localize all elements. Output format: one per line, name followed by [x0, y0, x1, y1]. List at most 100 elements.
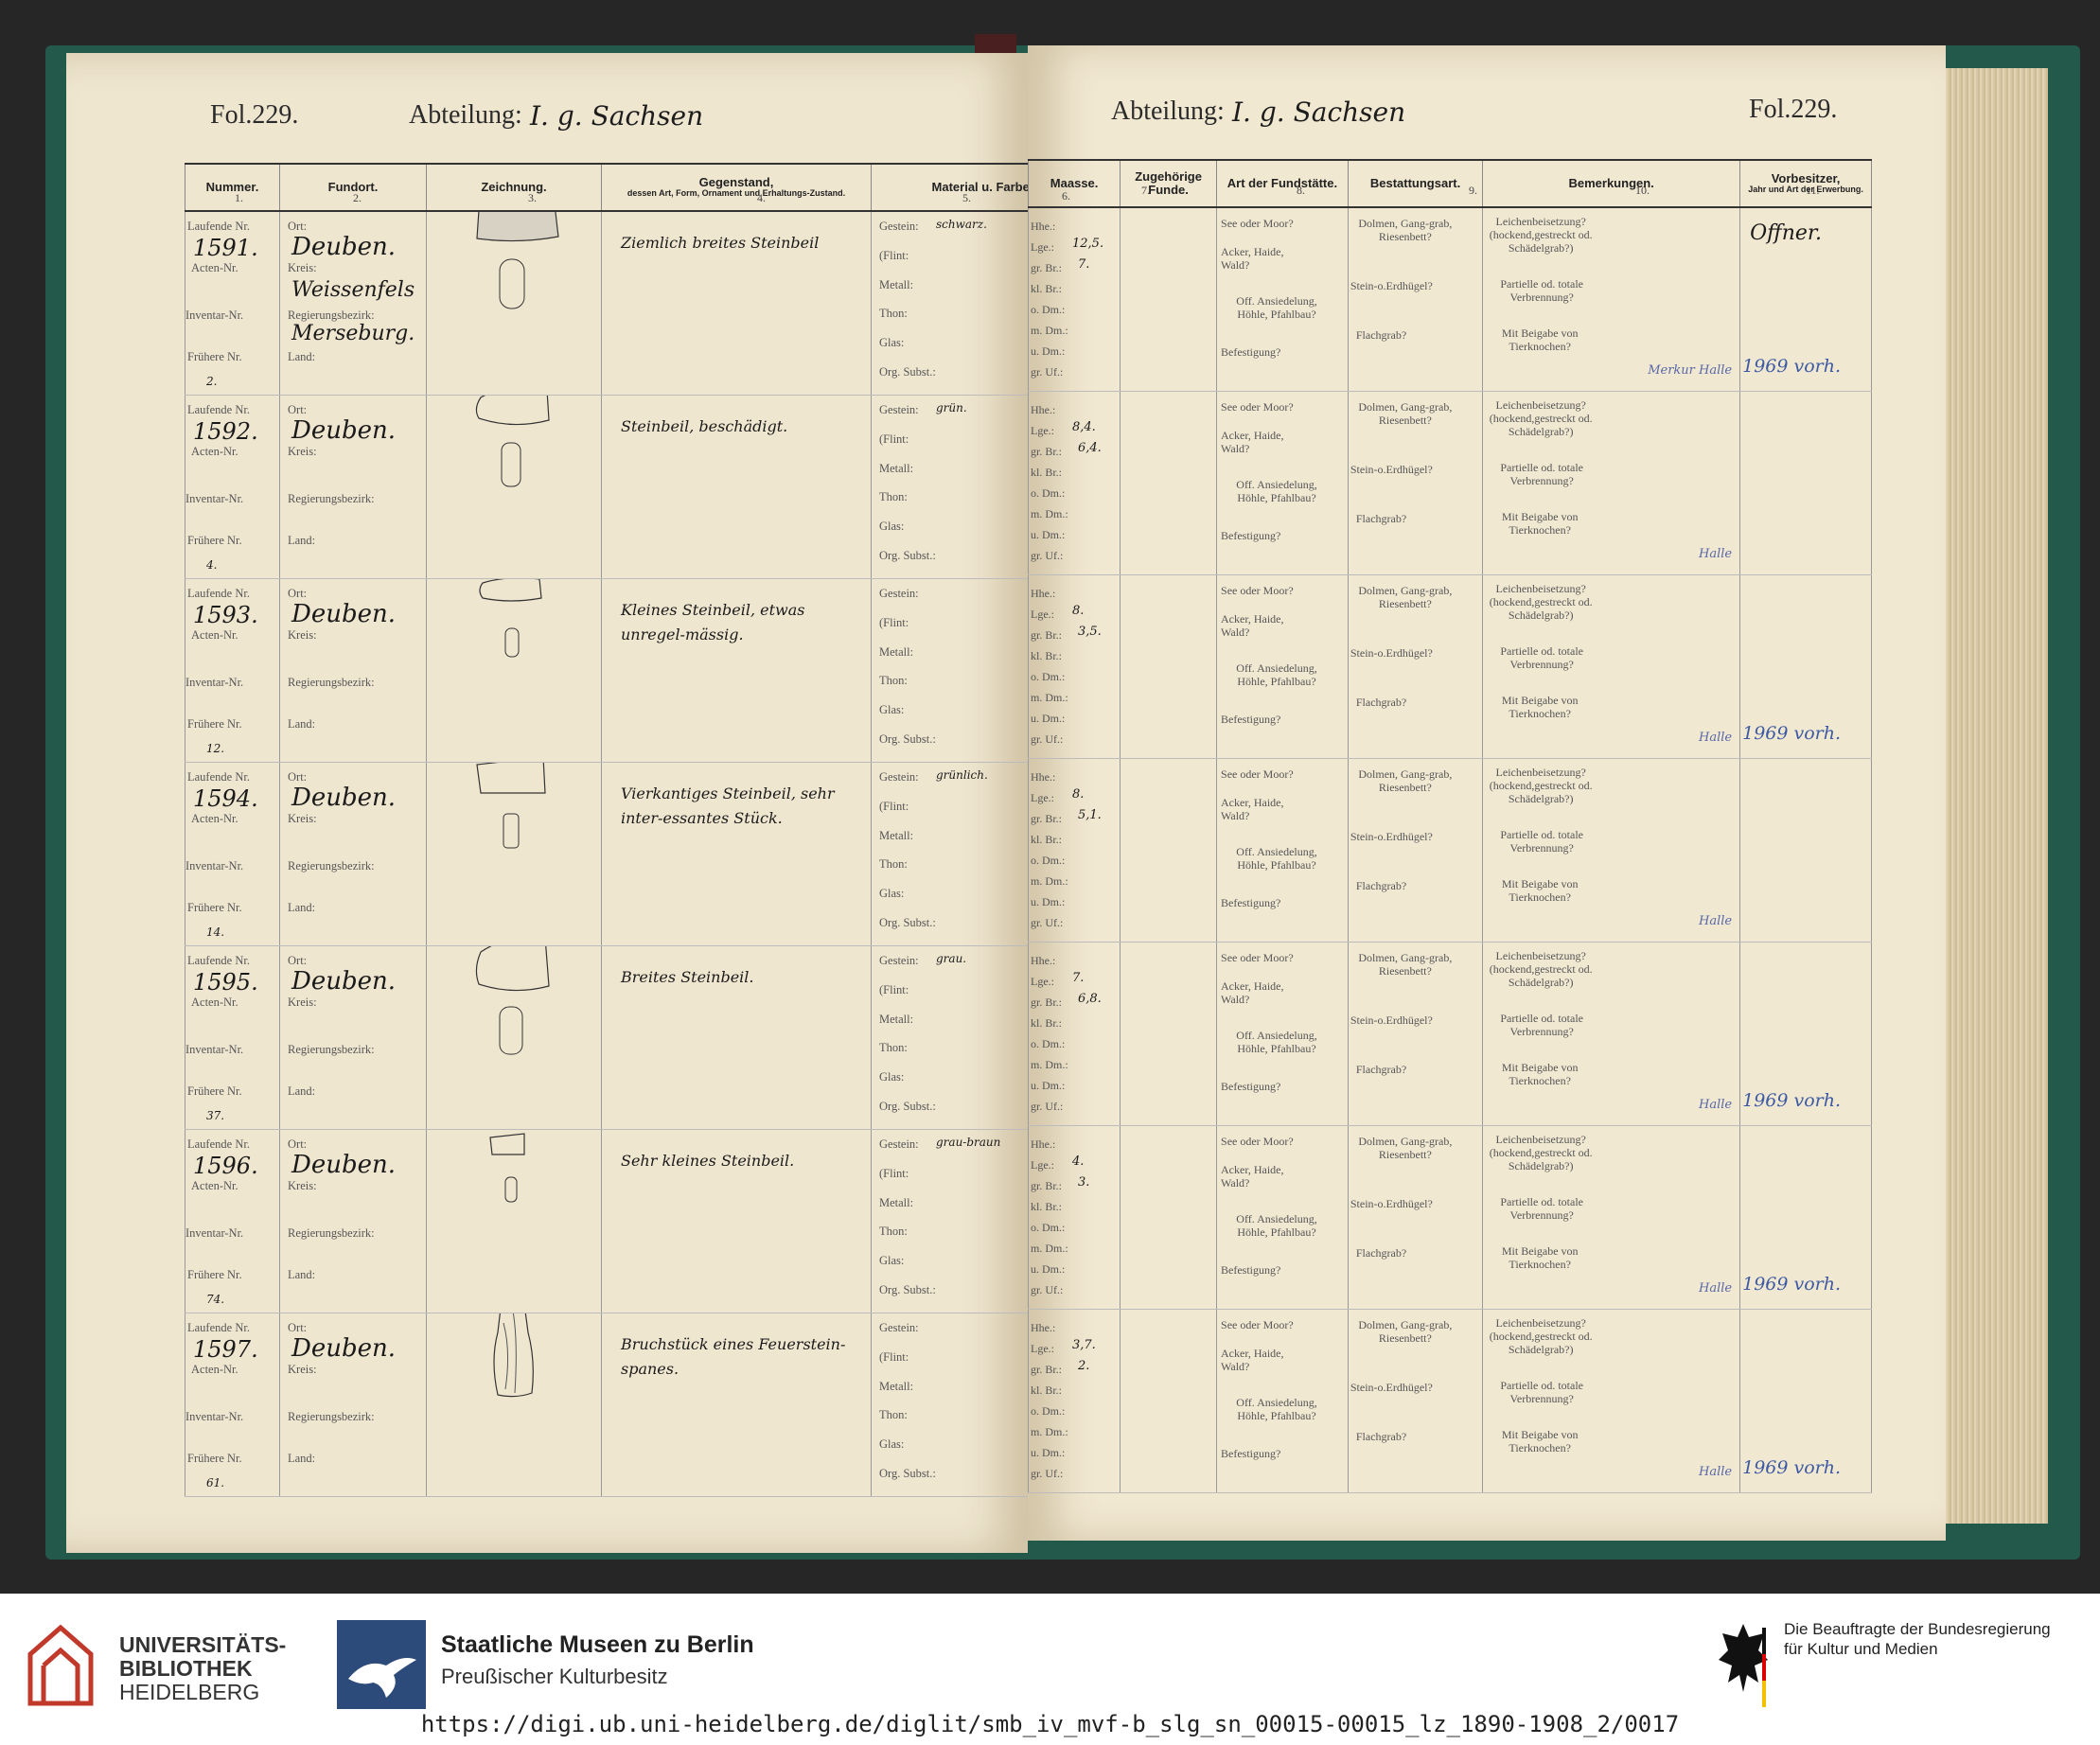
- acquisition-note: 1969 vorh.: [1742, 1457, 1842, 1478]
- acker-label: Acker, Haide, Wald?: [1221, 1347, 1284, 1373]
- ansied-label: Off. Ansiedelung, Höhle, Pfahlbau?: [1236, 661, 1317, 688]
- footer-bar: UNIVERSITÄTS- BIBLIOTHEK HEIDELBERG Staa…: [0, 1594, 2100, 1745]
- fruehere-label: Frühere Nr.: [187, 1452, 242, 1465]
- cell-nummer: Laufende Nr. 1591. Acten-Nr. Inventar-Nr. Fr…: [185, 211, 280, 396]
- kreis-label: Kreis:: [288, 996, 317, 1009]
- thon-label: Thon:: [879, 1408, 908, 1421]
- table-row: Hhe.: Lge.: gr. Br.: kl. Br.: o. Dm.: m. Dm.:…: [1027, 1309, 1872, 1493]
- fundort-block: Ort: Deuben. Kreis: Regierungsbezirk: Land:: [280, 763, 426, 945]
- regbez-label: Regierungsbezirk:: [288, 676, 375, 689]
- artifact-drawing-icon: [475, 386, 550, 487]
- vorbesitzer-block: [1740, 392, 1871, 574]
- ort-label: Ort:: [288, 1321, 308, 1334]
- grbr-value: 3,5.: [1078, 625, 1102, 639]
- gestein-label: Gestein:: [879, 403, 919, 416]
- gestein-label: Gestein:: [879, 1321, 919, 1334]
- gegenstand-text: Steinbeil, beschädigt.: [621, 417, 788, 435]
- acker-label: Acker, Haide, Wald?: [1221, 245, 1284, 272]
- grbr-label: gr. Br.:: [1031, 628, 1063, 642]
- bemerk-value: Halle: [1699, 1281, 1733, 1296]
- left-page: Fol.229. Abteilung: I. g. Sachsen 1. 2. …: [66, 53, 1094, 1553]
- leichen-label: Leichenbeisetzung? (hockend,gestreckt od…: [1489, 766, 1593, 805]
- gegenstand-text: Ziemlich breites Steinbeil: [621, 234, 820, 252]
- bemerkungen-block: Leichenbeisetzung? (hockend,gestreckt od…: [1483, 208, 1739, 391]
- cell-maasse: Hhe.: Lge.: gr. Br.: kl. Br.: o. Dm.: m. Dm.:…: [1027, 1125, 1121, 1310]
- land-label: Land:: [288, 1452, 316, 1465]
- fruehere-label: Frühere Nr.: [187, 534, 242, 547]
- beigabe-label: Mit Beigabe von Tierknochen?: [1501, 877, 1579, 904]
- dolmen-label: Dolmen, Gang-grab, Riesenbett?: [1358, 951, 1453, 978]
- cell-fundstaette: See oder Moor? Acker, Haide, Wald? Off. An…: [1216, 391, 1349, 575]
- drawing: [427, 386, 601, 578]
- glas-label: Glas:: [879, 703, 905, 716]
- folio-right: Fol.229.: [1749, 95, 1838, 124]
- fundstaette-block: See oder Moor? Acker, Haide, Wald? Off. An…: [1217, 1310, 1348, 1492]
- gestein-label: Gestein:: [879, 587, 919, 600]
- table-row: Hhe.: Lge.: gr. Br.: kl. Br.: o. Dm.: m. Dm.:…: [1027, 758, 1872, 943]
- org-label: Org. Subst.:: [879, 916, 936, 929]
- bkm-line2: für Kultur und Medien: [1784, 1640, 1938, 1658]
- artifact-drawing-icon: [476, 756, 546, 849]
- befest-label: Befestigung?: [1221, 529, 1281, 542]
- gruf-label: gr. Uf.:: [1031, 1100, 1064, 1113]
- permalink-url[interactable]: https://digi.ub.uni-heidelberg.de/diglit…: [0, 1711, 2100, 1737]
- nummer-block: Laufende Nr. 1595. Acten-Nr. Inventar-Nr. Fr…: [185, 946, 279, 1129]
- cell-zugehoerige: [1120, 1125, 1218, 1310]
- vorbesitzer-block: 1969 vorh.: [1740, 1126, 1871, 1309]
- regbez-label: Regierungsbezirk:: [288, 308, 375, 322]
- federal-eagle-icon: [1719, 1624, 1768, 1707]
- dolmen-label: Dolmen, Gang-grab, Riesenbett?: [1358, 1135, 1453, 1161]
- drawing: [427, 201, 601, 395]
- mdm-label: m. Dm.:: [1031, 874, 1068, 888]
- grbr-label: gr. Br.:: [1031, 261, 1063, 274]
- lge-value: 12,5.: [1072, 237, 1104, 251]
- header-row: Nummer. Fundort. Zeichnung. Gegenstand, d…: [185, 163, 1094, 212]
- gegenstand-block: Sehr kleines Steinbeil.: [602, 1130, 871, 1313]
- metall-label: Metall:: [879, 645, 914, 659]
- cell-vorbesitzer: [1739, 758, 1872, 943]
- laufende-label: Laufende Nr.: [187, 403, 250, 416]
- fruehere-number: 37.: [206, 1109, 225, 1122]
- land-label: Land:: [288, 1268, 316, 1281]
- hhe-label: Hhe.:: [1031, 220, 1056, 233]
- kreis-label: Kreis:: [288, 1363, 317, 1376]
- lge-label: Lge.:: [1031, 608, 1054, 621]
- acten-label: Acten-Nr.: [191, 445, 238, 458]
- cell-nummer: Laufende Nr. 1597. Acten-Nr. Inventar-Nr. Fr…: [185, 1313, 280, 1497]
- hhe-label: Hhe.:: [1031, 770, 1056, 784]
- bestattung-block: Dolmen, Gang-grab, Riesenbett? Stein-o.Er…: [1349, 1126, 1482, 1309]
- dolmen-label: Dolmen, Gang-grab, Riesenbett?: [1358, 584, 1453, 610]
- col-vorbesitzer-sub: Jahr und Art der Erwerbung.: [1748, 185, 1863, 195]
- cell-nummer: Laufende Nr. 1593. Acten-Nr. Inventar-Nr. Fr…: [185, 578, 280, 763]
- fruehere-label: Frühere Nr.: [187, 717, 242, 731]
- cell-bemerkungen: Leichenbeisetzung? (hockend,gestreckt od…: [1482, 574, 1741, 759]
- land-label: Land:: [288, 901, 316, 914]
- maasse-block: Hhe.: Lge.: gr. Br.: kl. Br.: o. Dm.: m. Dm.:…: [1029, 1310, 1120, 1492]
- flachgrab-label: Flachgrab?: [1355, 328, 1407, 342]
- cell-vorbesitzer: 1969 vorh.: [1739, 1125, 1872, 1310]
- cell-nummer: Laufende Nr. 1595. Acten-Nr. Inventar-Nr. Fr…: [185, 945, 280, 1130]
- partielle-label: Partielle od. totale Verbrennung?: [1500, 828, 1583, 855]
- lge-value: 7.: [1072, 971, 1085, 985]
- smb-title[interactable]: Staatliche Museen zu Berlin: [441, 1631, 754, 1659]
- ort-label: Ort:: [288, 220, 308, 233]
- see-label: See oder Moor?: [1221, 217, 1294, 230]
- ub-heidelberg-name[interactable]: UNIVERSITÄTS- BIBLIOTHEK HEIDELBERG: [119, 1633, 286, 1704]
- col-nummer: Nummer.: [185, 163, 280, 212]
- org-label: Org. Subst.:: [879, 1467, 936, 1480]
- cell-bestattung: Dolmen, Gang-grab, Riesenbett? Stein-o.Er…: [1347, 1309, 1484, 1493]
- maasse-block: Hhe.: Lge.: gr. Br.: kl. Br.: o. Dm.: m. Dm.:…: [1029, 392, 1120, 574]
- fruehere-label: Frühere Nr.: [187, 1084, 242, 1098]
- page-edges: [1942, 68, 2048, 1533]
- steinerd-label: Stein-o.Erdhügel?: [1350, 1014, 1433, 1027]
- metall-label: Metall:: [879, 1196, 914, 1209]
- table-row: Hhe.: Lge.: gr. Br.: kl. Br.: o. Dm.: m. Dm.:…: [1027, 574, 1872, 759]
- fundort-block: Ort: Deuben. Kreis: Regierungsbezirk: Land:: [280, 1130, 426, 1313]
- bkm-name[interactable]: Die Beauftragte der Bundesregierung für …: [1784, 1619, 2051, 1659]
- land-label: Land:: [288, 350, 316, 363]
- flachgrab-label: Flachgrab?: [1355, 1430, 1407, 1443]
- gegenstand-text: Breites Steinbeil.: [621, 968, 754, 986]
- ort-value: Deuben.: [291, 967, 397, 996]
- leichen-label: Leichenbeisetzung? (hockend,gestreckt od…: [1489, 949, 1593, 989]
- fundort-block: Ort: Deuben. Kreis: Weissenfels Regierungsbe…: [280, 212, 426, 395]
